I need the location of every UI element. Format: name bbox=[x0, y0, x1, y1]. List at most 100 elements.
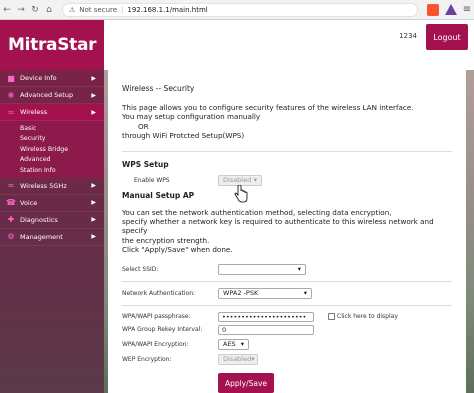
manual-line-1: You can set the network authentication m… bbox=[122, 207, 392, 217]
brave-shield-icon[interactable] bbox=[427, 3, 439, 16]
url-separator: | bbox=[121, 5, 124, 14]
rekey-input[interactable]: 0 bbox=[218, 324, 314, 335]
chevron-down-icon: ▾ bbox=[297, 265, 301, 274]
submenu-item-basic[interactable]: Basic bbox=[20, 123, 104, 134]
browser-toolbar: ← → ↻ ⌂ ⚠ Not secure | 192.168.1.1/main.… bbox=[0, 0, 474, 20]
display-label: Click here to display bbox=[337, 313, 398, 321]
chevron-down-icon: ▾ bbox=[253, 176, 257, 185]
submenu-item-security[interactable]: Security bbox=[20, 134, 104, 145]
intro-line-2: You may setup configuration manually bbox=[122, 112, 261, 122]
chevron-right-icon: ▶ bbox=[91, 233, 96, 240]
manual-setup-heading: Manual Setup AP bbox=[122, 190, 195, 200]
menu-icon[interactable]: ≡ bbox=[460, 4, 474, 15]
encryption-row: WPA/WAPI Encryption: AES ▾ bbox=[122, 338, 452, 350]
security-label: Not secure bbox=[79, 5, 118, 14]
address-bar[interactable]: ⚠ Not secure | 192.168.1.1/main.html bbox=[62, 2, 418, 17]
intro-line-3: OR bbox=[138, 121, 149, 131]
sidebar-item-label: Wireless 5GHz bbox=[20, 181, 67, 190]
sidebar-item-label: Advanced Setup bbox=[20, 91, 74, 99]
chevron-down-icon: ▾ bbox=[240, 340, 244, 349]
sidebar-item-label: Device Info bbox=[20, 74, 57, 82]
page-background: MitraStar 1234 Logout ■ Device Info ▶ ❋ … bbox=[0, 20, 474, 393]
logout-button[interactable]: Logout bbox=[426, 24, 468, 50]
apply-save-button[interactable]: Apply/Save bbox=[218, 373, 274, 393]
sidebar-item-voice[interactable]: ☎ Voice ▶ bbox=[0, 195, 104, 212]
submenu-item-advanced[interactable]: Advanced bbox=[20, 155, 104, 166]
display-toggle[interactable]: Click here to display bbox=[328, 313, 398, 321]
sidebar-item-advanced-setup[interactable]: ❋ Advanced Setup ▶ bbox=[0, 87, 104, 104]
wep-label: WEP Encryption: bbox=[122, 355, 172, 363]
passphrase-input[interactable]: •••••••••••••••••••••• bbox=[218, 311, 314, 322]
encryption-label: WPA/WAPI Encryption: bbox=[122, 340, 189, 348]
diagnostics-icon: ✚ bbox=[7, 215, 15, 224]
submenu-item-wireless-bridge[interactable]: Wireless Bridge bbox=[20, 144, 104, 155]
sidebar-item-label: Management bbox=[20, 232, 63, 241]
wifi-icon: ≈ bbox=[7, 181, 15, 190]
encryption-value: AES bbox=[223, 340, 236, 349]
wps-heading: WPS Setup bbox=[122, 159, 169, 169]
enable-wps-label: Enable WPS bbox=[134, 176, 170, 184]
phone-icon: ☎ bbox=[6, 198, 16, 207]
enable-wps-row: Enable WPS Disabled ▾ bbox=[122, 174, 452, 186]
wep-row: WEP Encryption: Disabled ▾ bbox=[122, 353, 452, 365]
auth-select[interactable]: WPA2 -PSK ▾ bbox=[218, 287, 312, 299]
logo: MitraStar bbox=[8, 35, 97, 55]
logo-area: MitraStar bbox=[0, 20, 104, 70]
divider bbox=[122, 150, 452, 152]
chevron-right-icon: ▶ bbox=[91, 74, 96, 82]
encryption-select[interactable]: AES ▾ bbox=[218, 338, 249, 350]
passphrase-label: WPA/WAPI passphrase: bbox=[122, 313, 191, 321]
manual-line-3: the encryption strength. bbox=[122, 235, 210, 245]
back-arrow-icon[interactable]: ← bbox=[0, 5, 14, 15]
intro-line-4: through WiFi Protcted Setup(WPS) bbox=[122, 131, 245, 141]
topbar: 1234 Logout bbox=[104, 20, 474, 70]
wireless-submenu: Basic Security Wireless Bridge Advanced … bbox=[0, 121, 104, 178]
manual-text: You can set the network authentication m… bbox=[122, 208, 452, 255]
info-icon: ■ bbox=[7, 73, 15, 83]
hand-cursor-icon bbox=[234, 185, 248, 203]
chevron-right-icon: ▶ bbox=[91, 199, 96, 206]
main-content: Wireless -- Security This page allows yo… bbox=[108, 70, 466, 393]
sidebar-item-label: Voice bbox=[20, 198, 38, 207]
sidebar-item-diagnostics[interactable]: ✚ Diagnostics ▶ bbox=[0, 212, 104, 229]
page-title: Wireless -- Security bbox=[122, 84, 195, 93]
forward-arrow-icon[interactable]: → bbox=[14, 5, 28, 15]
chevron-right-icon: ▶ bbox=[91, 216, 96, 223]
enable-wps-select[interactable]: Disabled ▾ bbox=[218, 174, 262, 186]
display-checkbox[interactable] bbox=[328, 313, 335, 321]
sidebar-item-device-info[interactable]: ■ Device Info ▶ bbox=[0, 70, 104, 87]
ssid-row: Select SSID: ▾ bbox=[122, 263, 452, 275]
sidebar-item-management[interactable]: ⚙ Management ▶ bbox=[0, 229, 104, 246]
ssid-select[interactable]: ▾ bbox=[218, 263, 306, 275]
enable-wps-value: Disabled bbox=[223, 176, 252, 185]
intro-line-1: This page allows you to configure securi… bbox=[122, 103, 414, 112]
header: MitraStar 1234 Logout bbox=[0, 20, 474, 70]
sidebar-item-label: Wireless bbox=[20, 108, 48, 116]
warning-icon[interactable]: ⚠ bbox=[69, 6, 75, 14]
wifi-icon: ≈ bbox=[7, 107, 15, 117]
divider bbox=[122, 304, 452, 306]
wep-value: Disabled bbox=[223, 355, 252, 364]
rewards-icon[interactable] bbox=[445, 4, 457, 15]
sidebar-item-wireless[interactable]: ≈ Wireless ▶ bbox=[0, 104, 104, 121]
passphrase-row: WPA/WAPI passphrase: •••••••••••••••••••… bbox=[122, 311, 452, 322]
auth-value: WPA2 -PSK bbox=[223, 289, 259, 298]
chevron-right-icon: ▶ bbox=[91, 182, 96, 189]
chevron-down-icon: ▾ bbox=[251, 355, 255, 364]
rekey-row: WPA Group Rekey Interval: 0 bbox=[122, 324, 452, 335]
submenu-item-station-info[interactable]: Station Info bbox=[20, 165, 104, 176]
user-id: 1234 bbox=[399, 32, 417, 40]
divider bbox=[122, 280, 452, 282]
chevron-right-icon: ▶ bbox=[91, 108, 96, 116]
sidebar: ■ Device Info ▶ ❋ Advanced Setup ▶ ≈ Wir… bbox=[0, 70, 104, 393]
gears-icon: ❋ bbox=[7, 90, 15, 100]
home-icon[interactable]: ⌂ bbox=[42, 5, 56, 15]
chevron-right-icon: ▶ bbox=[91, 91, 96, 99]
chevron-down-icon: ▾ bbox=[303, 289, 307, 298]
tools-icon: ⚙ bbox=[7, 232, 15, 241]
intro-text: This page allows you to configure securi… bbox=[122, 103, 452, 141]
sidebar-item-wireless-5ghz[interactable]: ≈ Wireless 5GHz ▶ bbox=[0, 178, 104, 195]
wep-select[interactable]: Disabled ▾ bbox=[218, 353, 258, 365]
url-text: 192.168.1.1/main.html bbox=[127, 5, 208, 14]
reload-icon[interactable]: ↻ bbox=[28, 5, 42, 15]
